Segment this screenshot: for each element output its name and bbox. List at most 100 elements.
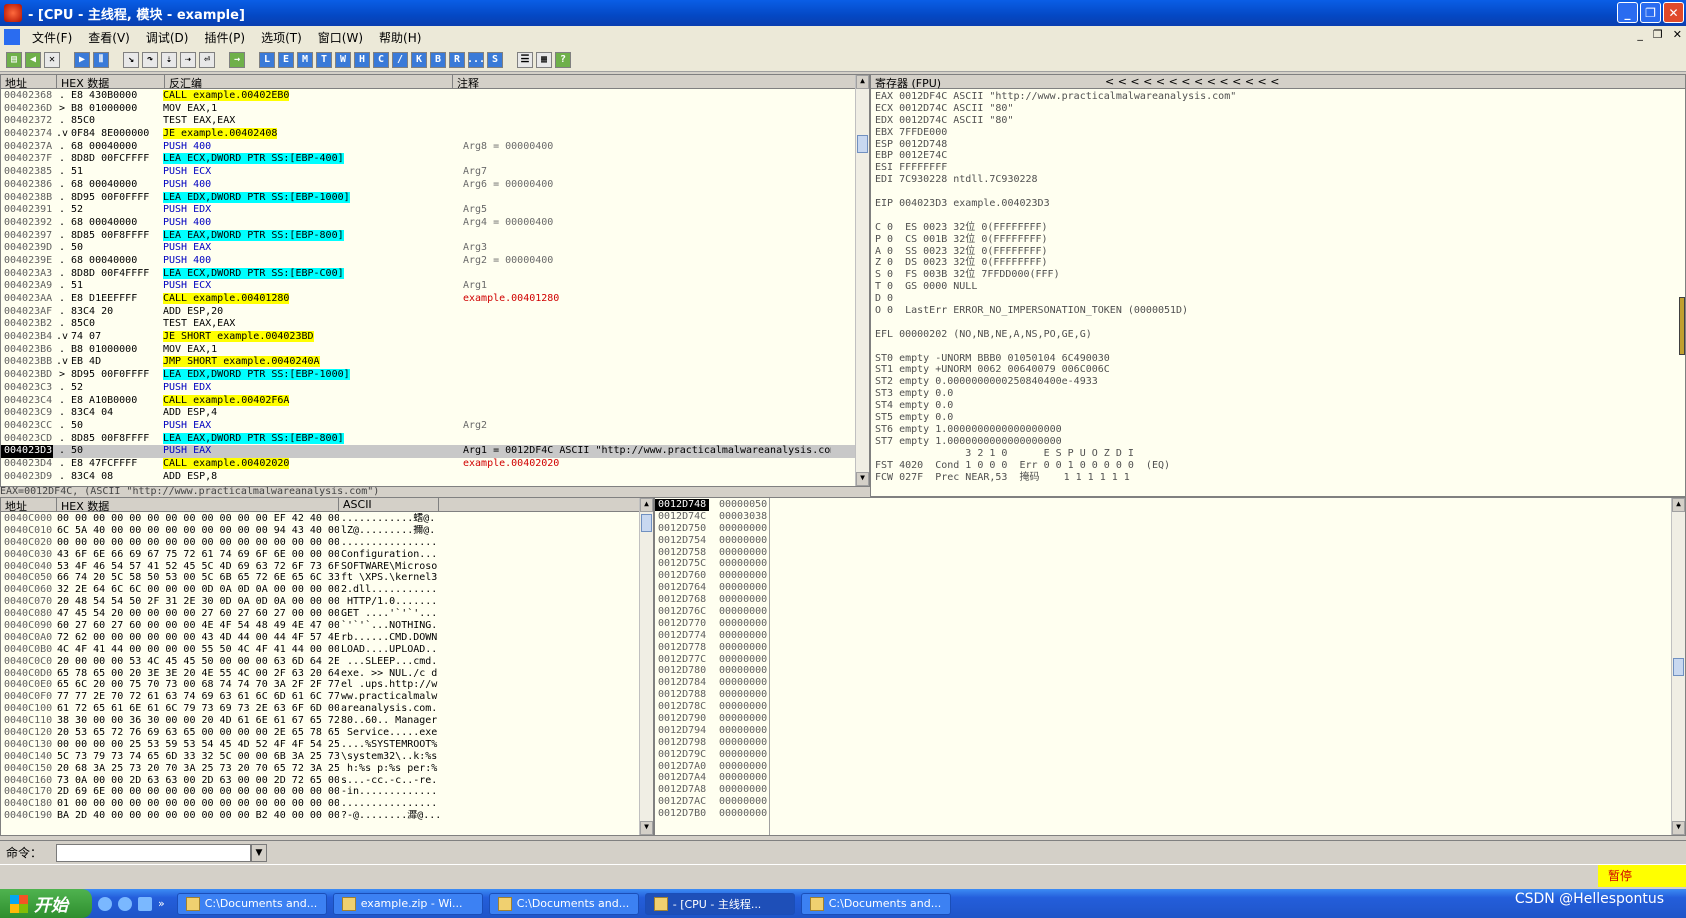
disasm-row[interactable]: 004023BD >8D95 00F0FFFF LEA EDX,DWORD PTR …: [1, 369, 869, 382]
stack-row[interactable]: 0012D7A4 00000000: [655, 772, 1685, 784]
disasm-row[interactable]: 004023CC. 50 PUSH EAX Arg2: [1, 420, 869, 433]
toolbar-window-button[interactable]: L: [259, 51, 275, 68]
restore-button[interactable]: ❐: [1640, 2, 1661, 23]
register-line[interactable]: C 0 ES 0023 32位 0(FFFFFFFF): [875, 222, 1685, 234]
dump-row[interactable]: 0040C0B0 4C 4F 41 44 00 00 00 00 55 50 4C…: [1, 644, 653, 656]
quicklaunch-ie-icon[interactable]: [98, 896, 112, 911]
close-button[interactable]: ✕: [1663, 2, 1684, 23]
trace-into-icon[interactable]: ⇣: [161, 51, 177, 68]
register-line[interactable]: S 0 FS 003B 32位 7FFDD000(FFF): [875, 269, 1685, 281]
register-line[interactable]: Z 0 DS 0023 32位 0(FFFFFFFF): [875, 257, 1685, 269]
disasm-row[interactable]: 004023B2. 85C0 TEST EAX,EAX: [1, 318, 869, 331]
stack-row[interactable]: 0012D78C 00000000: [655, 701, 1685, 713]
start-button[interactable]: 开始: [0, 889, 92, 918]
toolbar-window-button[interactable]: E: [278, 51, 294, 68]
disassembly-pane[interactable]: 地址 HEX 数据 反汇编 注释 00402368. E8 430B0000 CAL…: [0, 74, 870, 487]
toolbar-window-button[interactable]: /: [392, 51, 408, 68]
dump-row[interactable]: 0040C070 20 48 54 54 50 2F 31 2E 30 0D 0A…: [1, 596, 653, 608]
disasm-row[interactable]: 00402397. 8D85 00F8FFFF LEA EAX,DWORD PTR …: [1, 229, 869, 243]
disasm-row[interactable]: 004023CD. 8D85 00F8FFFF LEA EAX,DWORD PTR …: [1, 432, 869, 446]
dump-row[interactable]: 0040C110 38 30 00 00 36 30 00 00 20 4D 61…: [1, 715, 653, 727]
register-line[interactable]: P 0 CS 001B 32位 0(FFFFFFFF): [875, 234, 1685, 246]
toolbar-window-button[interactable]: H: [354, 51, 370, 68]
disasm-row[interactable]: 004023AF. 83C4 20 ADD ESP,20: [1, 306, 869, 319]
stack-row[interactable]: 0012D79C 00000000: [655, 749, 1685, 761]
disasm-row[interactable]: 00402372. 85C0 TEST EAX,EAX: [1, 115, 869, 128]
stack-row[interactable]: 0012D754 00000000: [655, 535, 1685, 547]
taskbar-button[interactable]: C:\Documents and...: [176, 892, 327, 915]
register-line[interactable]: ST4 empty 0.0: [875, 400, 1685, 412]
column-disasm[interactable]: 反汇编: [165, 75, 453, 90]
stack-row[interactable]: 0012D794 00000000: [655, 725, 1685, 737]
register-scroll-marker[interactable]: [1679, 297, 1685, 355]
stack-row[interactable]: 0012D778 00000000: [655, 642, 1685, 654]
open-icon[interactable]: ▤: [6, 51, 22, 68]
dump-row[interactable]: 0040C120 20 53 65 72 76 69 63 65 00 00 00…: [1, 727, 653, 739]
disasm-row[interactable]: 004023B6. B8 01000000 MOV EAX,1: [1, 344, 869, 357]
quicklaunch-app-icon[interactable]: [138, 896, 152, 911]
stack-row[interactable]: 0012D77C 00000000: [655, 654, 1685, 666]
dump-row[interactable]: 0040C0A0 72 62 00 00 00 00 00 00 43 4D 44…: [1, 632, 653, 644]
toolbar-window-button[interactable]: T: [316, 51, 332, 68]
step-over-icon[interactable]: ↷: [142, 51, 158, 68]
stack-row[interactable]: 0012D770 00000000: [655, 618, 1685, 630]
menu-item[interactable]: 窗口(W): [310, 29, 371, 46]
stack-row[interactable]: 0012D764 00000000: [655, 582, 1685, 594]
register-line[interactable]: ECX 0012D74C ASCII "80": [875, 103, 1685, 115]
toolbar-window-button[interactable]: B: [430, 51, 446, 68]
register-line[interactable]: ST3 empty 0.0: [875, 388, 1685, 400]
mdi-close-button[interactable]: ✕: [1673, 28, 1682, 41]
dump-row[interactable]: 0040C140 5C 73 79 73 74 65 6D 33 32 5C 00…: [1, 751, 653, 763]
help-icon[interactable]: ?: [555, 51, 571, 68]
disasm-row[interactable]: 004023C4. E8 A10B0000 CALL example.00402F6…: [1, 394, 869, 408]
disasm-row[interactable]: 004023B4 .v 74 07 JE SHORT example.004023BD: [1, 331, 869, 344]
command-dropdown-icon[interactable]: ▼: [251, 843, 268, 862]
register-line[interactable]: EBX 7FFDE000: [875, 127, 1685, 139]
restart-icon[interactable]: ◀: [25, 51, 41, 68]
stack-row[interactable]: 0012D75C 00000000: [655, 558, 1685, 570]
stack-row[interactable]: 0012D7AC 00000000: [655, 796, 1685, 808]
taskbar-button[interactable]: example.zip - Wi...: [332, 892, 483, 915]
taskbar-button[interactable]: - [CPU - 主线程...: [644, 892, 795, 915]
dump-row[interactable]: 0040C050 66 74 20 5C 58 50 53 00 5C 6B 65…: [1, 572, 653, 584]
register-line[interactable]: ST5 empty 0.0: [875, 412, 1685, 424]
stack-row[interactable]: 0012D784 00000000: [655, 677, 1685, 689]
toolbar-window-button[interactable]: W: [335, 51, 351, 68]
disasm-row[interactable]: 00402374 .v 0F84 8E000000 JE example.004024…: [1, 128, 869, 141]
dump-row[interactable]: 0040C180 01 00 00 00 00 00 00 00 00 00 00…: [1, 798, 653, 810]
dump-row[interactable]: 0040C0F0 77 77 2E 70 72 61 63 74 69 63 61…: [1, 691, 653, 703]
register-line[interactable]: A 0 SS 0023 32位 0(FFFFFFFF): [875, 246, 1685, 258]
disasm-row[interactable]: 00402385. 51 PUSH ECX Arg7: [1, 166, 869, 179]
taskbar-button[interactable]: C:\Documents and...: [488, 892, 639, 915]
dump-row[interactable]: 0040C040 53 4F 46 54 57 41 52 45 5C 4D 69…: [1, 561, 653, 573]
register-line[interactable]: EFL 00000202 (NO,NB,NE,A,NS,PO,GE,G): [875, 329, 1685, 341]
register-line[interactable]: ST1 empty +UNORM 0062 00640079 006C006C: [875, 364, 1685, 376]
disasm-row[interactable]: 0040237F. 8D8D 00FCFFFF LEA ECX,DWORD PTR …: [1, 153, 869, 166]
register-line[interactable]: ST7 empty 1.0000000000000000000: [875, 436, 1685, 448]
register-line[interactable]: FCW 027F Prec NEAR,53 掩码 1 1 1 1 1 1: [875, 472, 1685, 484]
dump-row[interactable]: 0040C010 6C 5A 40 00 00 00 00 00 00 00 00…: [1, 525, 653, 537]
register-line[interactable]: ST6 empty 1.0000000000000000000: [875, 424, 1685, 436]
options-icon[interactable]: ▦: [536, 51, 552, 68]
dump-row[interactable]: 0040C090 60 27 60 27 60 00 00 00 4E 4F 54…: [1, 620, 653, 632]
register-line[interactable]: O 0 LastErr ERROR_NO_IMPERSONATION_TOKEN…: [875, 305, 1685, 317]
menu-item[interactable]: 选项(T): [253, 29, 310, 46]
stack-row[interactable]: 0012D760 00000000: [655, 570, 1685, 582]
dump-row[interactable]: 0040C0E0 65 6C 20 00 75 70 73 00 68 74 74…: [1, 679, 653, 691]
stack-row[interactable]: 0012D750 00000000: [655, 523, 1685, 535]
command-input[interactable]: [56, 843, 252, 862]
toolbar-window-button[interactable]: M: [297, 51, 313, 68]
stack-row[interactable]: 0012D74C 00003038: [655, 511, 1685, 523]
disasm-row[interactable]: 00402386. 68 00040000 PUSH 400 Arg6 = 00000…: [1, 179, 869, 192]
close-icon[interactable]: ✕: [44, 51, 60, 68]
list-icon[interactable]: ☰: [517, 51, 533, 68]
stack-row[interactable]: 0012D7A8 00000000: [655, 784, 1685, 796]
menu-item[interactable]: 帮助(H): [371, 29, 429, 46]
disasm-row[interactable]: 0040236D > B8 01000000 MOV EAX,1: [1, 103, 869, 116]
trace-over-icon[interactable]: ⇢: [180, 51, 196, 68]
toolbar-window-button[interactable]: K: [411, 51, 427, 68]
register-value[interactable]: EIP 004023D3 example.004023D3: [875, 198, 1050, 209]
disasm-row[interactable]: 004023A9. 51 PUSH ECX Arg1: [1, 280, 869, 293]
disasm-row[interactable]: 0040237A. 68 00040000 PUSH 400 Arg8 = 00000…: [1, 141, 869, 154]
stack-row[interactable]: 0012D788 00000000: [655, 689, 1685, 701]
